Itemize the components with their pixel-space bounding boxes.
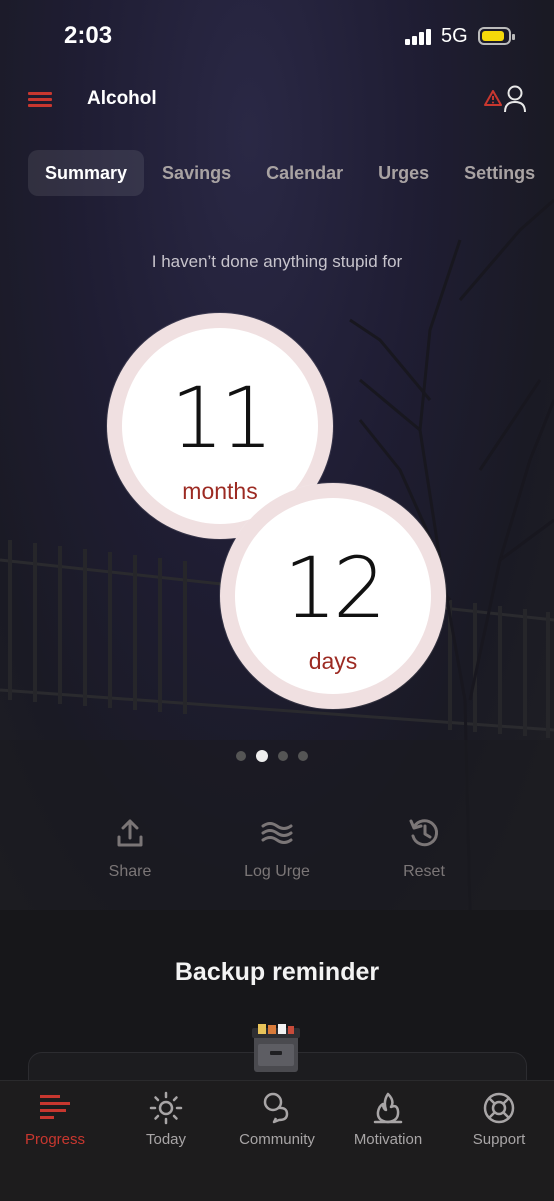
page-title: Alcohol: [87, 88, 157, 109]
tabbar-support[interactable]: Support: [444, 1091, 554, 1148]
tabbar-community-label: Community: [239, 1131, 315, 1148]
tab-savings[interactable]: Savings: [145, 150, 248, 196]
menu-icon[interactable]: [28, 92, 52, 108]
chat-icon: [263, 1092, 289, 1124]
reset-label: Reset: [403, 863, 445, 880]
tab-urges[interactable]: Urges: [361, 150, 446, 196]
progress-icon: [40, 1095, 70, 1119]
bottom-tab-bar: Progress Today Community Motivation Supp…: [0, 1080, 554, 1201]
warning-icon[interactable]: [484, 90, 502, 106]
share-icon: [117, 819, 143, 847]
waves-icon: [261, 822, 293, 844]
tabbar-community[interactable]: Community: [222, 1091, 332, 1148]
streak-subtitle: I haven’t done anything stupid for: [151, 252, 403, 271]
lifebuoy-icon: [483, 1092, 515, 1124]
tabbar-motivation[interactable]: Motivation: [333, 1091, 443, 1148]
flame-icon: [373, 1092, 403, 1124]
status-bar: 2:03 5G: [0, 0, 554, 72]
tabbar-today[interactable]: Today: [111, 1091, 221, 1148]
days-label: days: [308, 648, 358, 674]
months-value: 11: [170, 369, 274, 467]
signal-icon: [405, 29, 431, 45]
share-label: Share: [108, 863, 152, 880]
share-button[interactable]: Share: [70, 815, 190, 881]
backup-title: Backup reminder: [174, 958, 380, 986]
days-value: 12: [283, 539, 387, 637]
page-dot[interactable]: [278, 751, 288, 761]
tab-strip: Summary Savings Calendar Urges Settings: [28, 150, 553, 198]
battery-icon: [478, 27, 515, 45]
network-type: 5G: [441, 25, 468, 47]
file-cabinet-icon: [252, 1024, 300, 1072]
reset-button[interactable]: Reset: [364, 815, 484, 881]
tabbar-support-label: Support: [472, 1131, 526, 1148]
log-urge-label: Log Urge: [244, 863, 310, 880]
profile-icon[interactable]: [503, 84, 527, 114]
tabbar-progress[interactable]: Progress: [0, 1091, 110, 1148]
page-dot-active[interactable]: [256, 750, 268, 762]
tabbar-progress-label: Progress: [24, 1131, 86, 1148]
tab-calendar[interactable]: Calendar: [249, 150, 360, 196]
app-header: Alcohol: [0, 78, 554, 122]
days-counter: 12 days: [220, 483, 446, 709]
tabbar-today-label: Today: [145, 1131, 187, 1148]
tab-summary[interactable]: Summary: [28, 150, 145, 196]
log-urge-button[interactable]: Log Urge: [217, 815, 337, 881]
sun-icon: [149, 1091, 183, 1125]
page-dot[interactable]: [298, 751, 308, 761]
status-time: 2:03: [64, 22, 113, 49]
tabbar-motivation-label: Motivation: [353, 1131, 423, 1148]
history-icon: [409, 819, 439, 847]
page-dot[interactable]: [236, 751, 246, 761]
page-indicator[interactable]: [236, 748, 318, 766]
tab-settings[interactable]: Settings: [447, 150, 552, 196]
